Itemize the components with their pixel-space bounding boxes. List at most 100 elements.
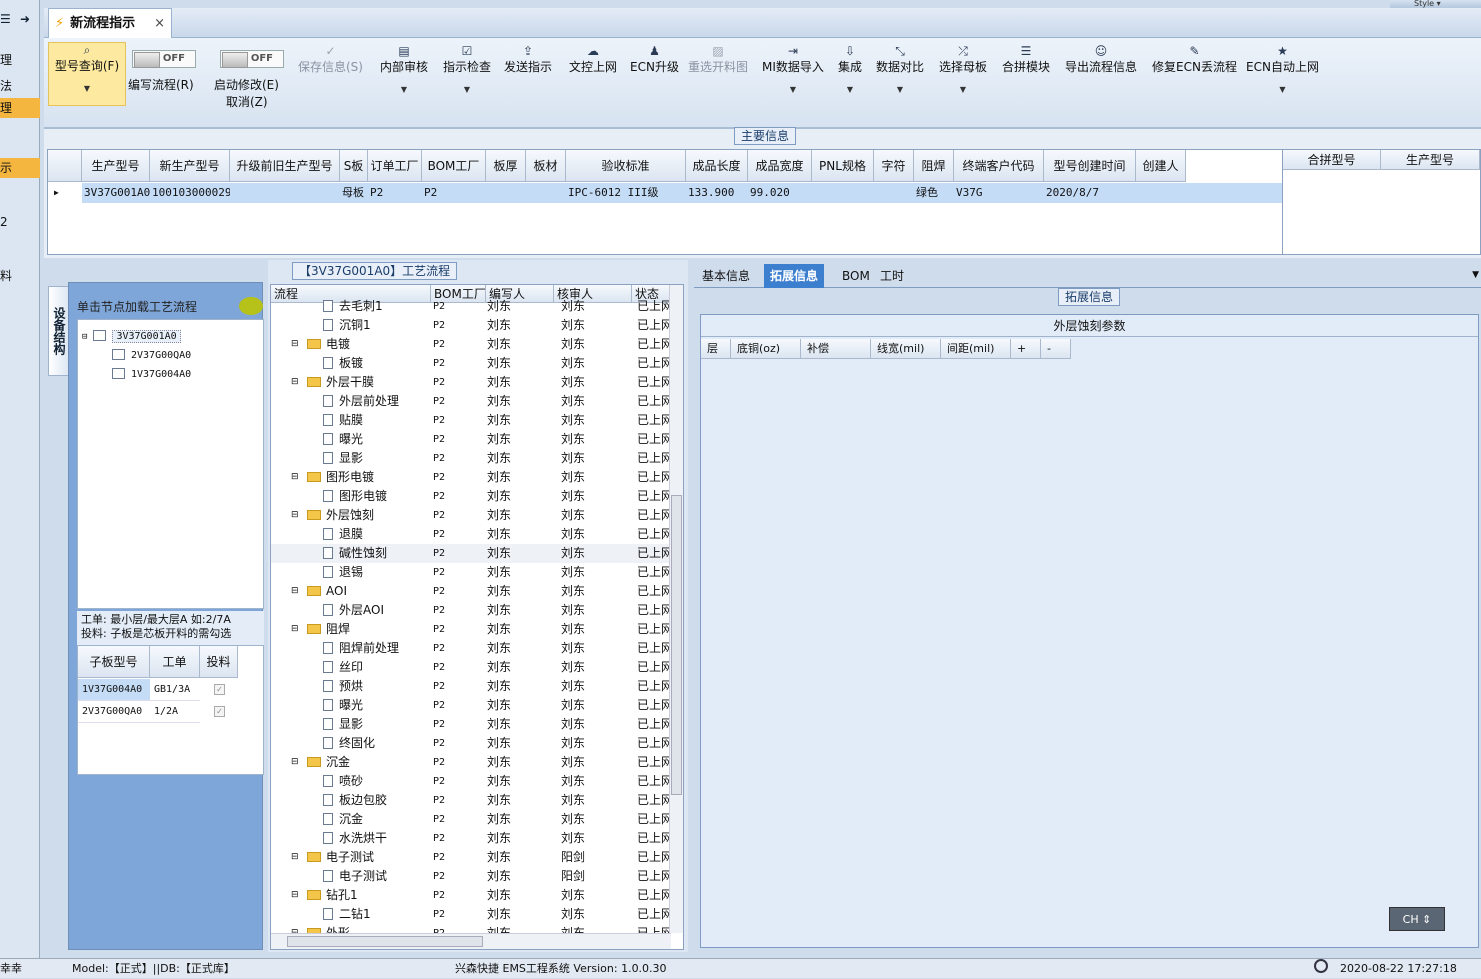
process-row[interactable]: 电子测试 P2 刘东 阳剑 已上网 [271,867,671,886]
process-row[interactable]: 丝印 P2 刘东 刘东 已上网 [271,658,671,677]
col-prod-model[interactable]: 生产型号 [1381,150,1480,170]
vertical-scrollbar[interactable] [669,285,683,933]
integrate-button[interactable]: ⇩ 集成 ▼ [838,44,862,94]
process-row[interactable]: ⊟ AOI P2 刘东 刘东 已上网 [271,582,671,601]
style-menu[interactable]: Style ▾ [1390,0,1481,8]
tabs-dropdown-icon[interactable]: ▼ [1472,270,1479,280]
nav-item[interactable]: 料 [0,266,40,286]
fix-ecn-button[interactable]: ✎ 修复ECN丢流程 [1152,44,1237,75]
col-header[interactable]: 新生产型号 [150,150,230,182]
collapse-icon[interactable]: ⊟ [291,848,299,867]
process-row[interactable]: ⊟ 电镀 P2 刘东 刘东 已上网 [271,335,671,354]
exit-icon[interactable]: ➜ [20,12,34,26]
sub-order-cell[interactable]: 1/2A [150,701,200,723]
collapse-icon[interactable]: ⊟ [291,620,299,639]
etch-col-header[interactable]: - [1041,339,1071,359]
tree-node-child[interactable]: 2V37G00QA0 [112,349,191,361]
process-row[interactable]: 外层前处理 P2 刘东 刘东 已上网 [271,392,671,411]
process-row[interactable]: 曝光 P2 刘东 刘东 已上网 [271,430,671,449]
ime-indicator[interactable]: CH ⇕ [1389,907,1445,931]
merge-module-button[interactable]: ☰ 合拼模块 [1002,44,1050,75]
col-header[interactable]: 升级前旧生产型号 [230,150,340,182]
data-compare-button[interactable]: ⤡ 数据对比 ▼ [876,44,924,94]
mi-import-button[interactable]: ⇥ MI数据导入 ▼ [762,44,824,94]
process-row[interactable]: 板边包胶 P2 刘东 刘东 已上网 [271,791,671,810]
cancel-button[interactable]: 取消(Z) [226,93,268,110]
tab-new-flow[interactable]: ⚡ 新流程指示 × [48,8,172,39]
nav-item[interactable]: 2 [0,212,40,232]
process-row[interactable]: 预烘 P2 刘东 刘东 已上网 [271,677,671,696]
side-tab-structure[interactable]: 设备结构 [48,286,70,376]
tree-node-root[interactable]: ⊟ 3V37G001A0 [82,330,181,343]
col-merge-model[interactable]: 合拼型号 [1283,150,1381,170]
col-header[interactable]: PNL规格 [812,150,874,182]
process-row[interactable]: ⊟ 外层干膜 P2 刘东 刘东 已上网 [271,373,671,392]
col-header[interactable]: 订单工厂 [368,150,422,182]
process-row[interactable]: 退膜 P2 刘东 刘东 已上网 [271,525,671,544]
feed-checkbox[interactable]: ✓ [214,684,225,695]
collapse-icon[interactable]: ⊟ [291,506,299,525]
ecn-upgrade-button[interactable]: ♟ ECN升级 [630,44,679,75]
process-row[interactable]: 阻焊前处理 P2 刘东 刘东 已上网 [271,639,671,658]
instr-check-button[interactable]: ☑ 指示检查 ▼ [443,44,491,94]
process-row[interactable]: 贴膜 P2 刘东 刘东 已上网 [271,411,671,430]
choose-master-button[interactable]: ⤮ 选择母板 ▼ [939,44,987,94]
process-row[interactable]: 退锡 P2 刘东 刘东 已上网 [271,563,671,582]
col-header[interactable]: BOM工厂 [422,150,486,182]
col-feed[interactable]: 投料 [200,646,238,678]
sub-model-cell[interactable]: 2V37G00QA0 [78,701,150,723]
process-row[interactable]: 外层AOI P2 刘东 刘东 已上网 [271,601,671,620]
process-row[interactable]: 沉铜1 P2 刘东 刘东 已上网 [271,316,671,335]
col-header[interactable]: S板 [340,150,368,182]
process-row[interactable]: 显影 P2 刘东 刘东 已上网 [271,449,671,468]
start-edit-toggle[interactable]: OFF [220,50,284,68]
collapse-icon[interactable]: ⊟ [291,753,299,772]
col-header[interactable]: 创建人 [1136,150,1186,182]
process-row[interactable]: 显影 P2 刘东 刘东 已上网 [271,715,671,734]
process-row[interactable]: 终固化 P2 刘东 刘东 已上网 [271,734,671,753]
ecn-auto-button[interactable]: ★ ECN自动上网 ▼ [1246,44,1319,94]
tree-node-child[interactable]: 1V37G004A0 [112,368,191,380]
detail-tab[interactable]: 工时 [874,264,910,288]
detail-tab[interactable]: 拓展信息 [764,264,825,288]
etch-col-header[interactable]: + [1011,339,1041,359]
collapse-icon[interactable]: ⊟ [291,335,299,354]
collapse-icon[interactable]: ⊟ [291,373,299,392]
col-header[interactable]: 验收标准 [566,150,686,182]
collapse-icon[interactable]: ⊟ [291,886,299,905]
process-row[interactable]: 图形电镀 P2 刘东 刘东 已上网 [271,487,671,506]
col-header[interactable]: 字符 [874,150,914,182]
col-sub-model[interactable]: 子板型号 [78,646,150,678]
close-icon[interactable]: × [154,9,165,38]
nav-item[interactable]: 示 [0,158,40,178]
process-row[interactable]: ⊟ 钻孔1 P2 刘东 刘东 已上网 [271,886,671,905]
write-flow-toggle[interactable]: OFF [132,50,196,68]
nav-item[interactable]: 理 [0,50,40,70]
process-row[interactable]: 喷砂 P2 刘东 刘东 已上网 [271,772,671,791]
nav-item[interactable]: 法 [0,76,40,96]
process-row[interactable]: ⊟ 沉金 P2 刘东 刘东 已上网 [271,753,671,772]
process-row[interactable]: ⊟ 图形电镀 P2 刘东 刘东 已上网 [271,468,671,487]
nav-item-active[interactable]: 理 [0,98,40,118]
internal-review-button[interactable]: ▤ 内部审核 ▼ [380,44,428,94]
export-flow-button[interactable]: ☺ 导出流程信息 [1065,44,1137,75]
col-header[interactable]: 成品长度 [686,150,748,182]
process-row[interactable]: ⊟ 外层蚀刻 P2 刘东 刘东 已上网 [271,506,671,525]
sub-model-cell[interactable]: 1V37G004A0 [78,679,150,701]
col-header[interactable]: 型号创建时间 [1044,150,1136,182]
process-row[interactable]: 沉金 P2 刘东 刘东 已上网 [271,810,671,829]
detail-tab[interactable]: 基本信息 [696,264,756,288]
collapse-icon[interactable]: ⊟ [291,468,299,487]
menu-icon[interactable]: ☰ [0,12,14,26]
col-header[interactable]: 板厚 [486,150,526,182]
process-row[interactable]: ⊟ 电子测试 P2 刘东 阳剑 已上网 [271,848,671,867]
process-row[interactable]: 二钻1 P2 刘东 刘东 已上网 [271,905,671,924]
process-row[interactable]: 去毛刺1 P2 刘东 刘东 已上网 [271,297,671,316]
doc-upload-button[interactable]: ☁ 文控上网 [569,44,617,75]
process-row[interactable]: 碱性蚀刻 P2 刘东 刘东 已上网 [271,544,671,563]
model-query-button[interactable]: ⌕ 型号查询(F) ▼ [48,42,126,106]
sub-order-cell[interactable]: GB1/3A [150,679,200,701]
col-header[interactable]: 终端客户代码 [954,150,1044,182]
collapse-icon[interactable]: ⊟ [291,582,299,601]
scroll-thumb[interactable] [287,936,483,947]
